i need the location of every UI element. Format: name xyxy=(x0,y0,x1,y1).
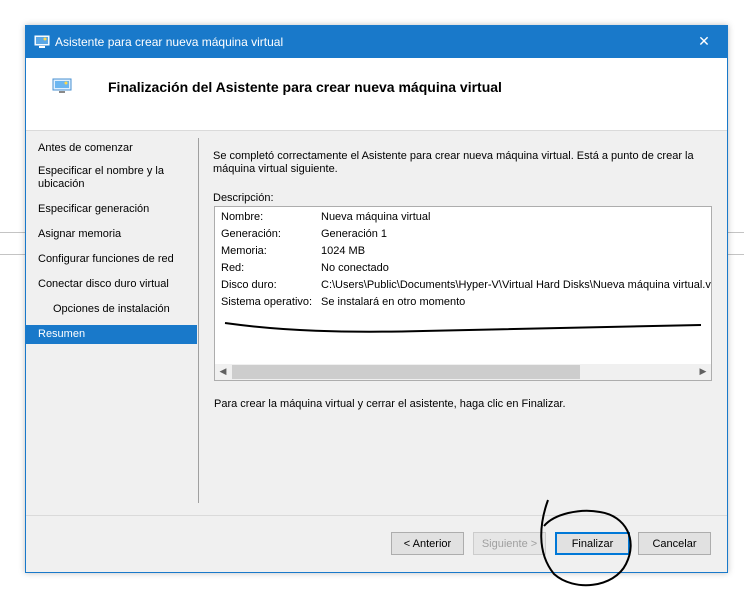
nav-divider xyxy=(198,138,199,503)
close-button[interactable]: ✕ xyxy=(681,26,727,58)
virtual-machine-icon xyxy=(52,78,72,93)
nav-item-especificar-generacion[interactable]: Especificar generación xyxy=(26,200,197,219)
summary-value: Nueva máquina virtual xyxy=(321,211,431,223)
previous-button[interactable]: < Anterior xyxy=(391,532,464,555)
nav-item-opciones-instalacion[interactable]: Opciones de instalación xyxy=(26,300,197,319)
cancel-button[interactable]: Cancelar xyxy=(638,532,711,555)
wizard-window: Asistente para crear nueva máquina virtu… xyxy=(25,25,728,573)
close-icon: ✕ xyxy=(698,34,710,50)
finish-button[interactable]: Finalizar xyxy=(555,532,630,555)
next-button-label: Siguiente > xyxy=(481,537,538,550)
nav-item-label: Especificar el nombre y la ubicación xyxy=(38,165,164,190)
summary-key: Nombre: xyxy=(221,211,264,223)
title-bar[interactable]: Asistente para crear nueva máquina virtu… xyxy=(26,26,727,58)
horizontal-scrollbar[interactable]: ◀ ▶ xyxy=(215,364,711,380)
summary-value: Generación 1 xyxy=(321,228,388,240)
wizard-header: Finalización del Asistente para crear nu… xyxy=(26,58,727,131)
nav-item-label: Conectar disco duro virtual xyxy=(38,278,169,290)
nav-item-antes-de-comenzar[interactable]: Antes de comenzar xyxy=(26,139,197,158)
next-button[interactable]: Siguiente > xyxy=(473,532,546,555)
summary-value: No conectado xyxy=(321,262,389,274)
nav-item-label: Opciones de instalación xyxy=(53,303,170,315)
summary-key: Sistema operativo: xyxy=(221,296,313,308)
nav-item-resumen[interactable]: Resumen xyxy=(26,325,197,344)
nav-item-label: Especificar generación xyxy=(38,203,150,215)
nav-item-configurar-red[interactable]: Configurar funciones de red xyxy=(26,250,197,269)
page-title: Finalización del Asistente para crear nu… xyxy=(108,79,502,95)
wizard-steps-nav: Antes de comenzar Especificar el nombre … xyxy=(26,139,197,350)
previous-button-label: < Anterior xyxy=(403,537,452,550)
finish-button-label: Finalizar xyxy=(571,537,614,550)
summary-content: Se completó correctamente el Asistente p… xyxy=(213,150,718,205)
cancel-button-label: Cancelar xyxy=(652,537,697,550)
description-label: Descripción: xyxy=(213,192,274,204)
nav-item-especificar-nombre[interactable]: Especificar el nombre y la ubicación xyxy=(26,162,197,194)
intro-text: Se completó correctamente el Asistente p… xyxy=(213,150,694,175)
summary-value: 1024 MB xyxy=(321,245,366,257)
nav-item-conectar-disco[interactable]: Conectar disco duro virtual xyxy=(26,275,197,294)
summary-textbox[interactable]: Nombre: Nueva máquina virtual Generación… xyxy=(214,206,712,381)
nav-item-asignar-memoria[interactable]: Asignar memoria xyxy=(26,225,197,244)
footer-divider xyxy=(26,515,727,516)
scroll-thumb[interactable] xyxy=(232,365,580,379)
hyper-v-icon xyxy=(34,35,50,48)
summary-key: Red: xyxy=(221,262,245,274)
instruction-text: Para crear la máquina virtual y cerrar e… xyxy=(214,398,566,410)
nav-item-label: Antes de comenzar xyxy=(38,142,133,154)
summary-value: C:\Users\Public\Documents\Hyper-V\Virtua… xyxy=(321,279,712,291)
summary-key: Memoria: xyxy=(221,245,267,257)
nav-item-label: Asignar memoria xyxy=(38,228,122,240)
nav-item-label: Configurar funciones de red xyxy=(38,253,174,265)
nav-item-label: Resumen xyxy=(38,328,86,340)
scroll-right-icon[interactable]: ▶ xyxy=(695,364,711,380)
window-title: Asistente para crear nueva máquina virtu… xyxy=(55,35,284,49)
summary-key: Disco duro: xyxy=(221,279,277,291)
summary-value: Se instalará en otro momento xyxy=(321,296,466,308)
redaction-scribble xyxy=(224,322,702,333)
scroll-left-icon[interactable]: ◀ xyxy=(215,364,231,380)
summary-key: Generación: xyxy=(221,228,281,240)
